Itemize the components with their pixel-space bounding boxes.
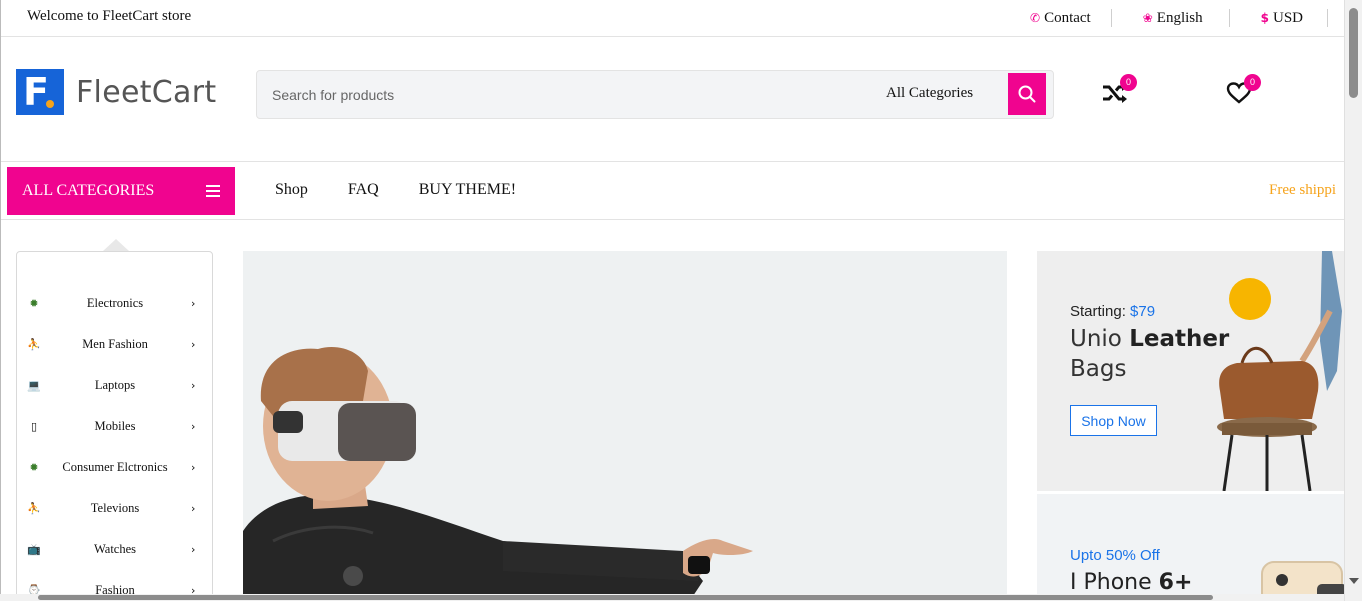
- sidebar-item-label: Televions: [90, 500, 140, 515]
- currency-selector[interactable]: $ USD: [1230, 9, 1327, 27]
- promo-banner-bags[interactable]: Starting: $79 Unio Leather Bags Shop Now: [1037, 251, 1344, 491]
- contact-label: Contact: [1044, 9, 1091, 26]
- wishlist-button[interactable]: 0: [1226, 74, 1261, 111]
- sidebar-item-mobiles[interactable]: ▯ Mobiles ›: [17, 414, 212, 438]
- chevron-right-icon: ›: [191, 542, 196, 556]
- menu-links: Shop FAQ BUY THEME!: [275, 181, 516, 199]
- window-edge: [0, 0, 1, 601]
- leather-bag-image: [1217, 251, 1342, 491]
- dropdown-caret: [103, 239, 129, 251]
- logo-letter: F: [23, 70, 49, 114]
- sidebar-item-televions[interactable]: ⛹ Televions ›: [17, 496, 212, 520]
- logo-text: FleetCart: [76, 74, 217, 110]
- category-select[interactable]: All Categories: [886, 85, 973, 102]
- banner-offer-text: Upto 50% Off: [1070, 547, 1160, 564]
- logo[interactable]: F FleetCart: [16, 69, 216, 115]
- language-selector[interactable]: ❀ English: [1112, 9, 1229, 27]
- scrollbar-thumb[interactable]: [38, 595, 1213, 600]
- banner-iphone-title-light: I Phone: [1070, 570, 1152, 595]
- sidebar-item-laptops[interactable]: 💻 Laptops ›: [17, 373, 212, 397]
- banner-starting-label: Starting:: [1070, 303, 1126, 320]
- currency-label: USD: [1272, 9, 1303, 26]
- tshirt-icon: ⛹: [27, 501, 41, 515]
- sidebar-item-electronics[interactable]: ✹ Electronics ›: [17, 291, 212, 315]
- banner-title-line2: Bags: [1070, 356, 1127, 382]
- contact-link[interactable]: ✆ Contact: [1030, 9, 1111, 27]
- compare-count-badge: 0: [1120, 74, 1137, 91]
- shop-now-button[interactable]: Shop Now: [1070, 405, 1157, 436]
- sidebar-item-label: Laptops: [94, 377, 136, 392]
- tshirt-icon: ⛹: [27, 337, 41, 351]
- promo-banner-iphone[interactable]: Upto 50% Off I Phone 6+: [1037, 494, 1344, 601]
- laptop-icon: 💻: [27, 378, 41, 392]
- header: F FleetCart All Categories 0 0: [0, 37, 1344, 162]
- logo-dot: [46, 100, 54, 108]
- menu-item-shop[interactable]: Shop: [275, 181, 308, 199]
- sidebar-item-men-fashion[interactable]: ⛹ Men Fashion ›: [17, 332, 212, 356]
- logo-mark-icon: F: [16, 69, 64, 115]
- search-input[interactable]: [272, 85, 832, 105]
- top-links: ✆ Contact ❀ English $ USD: [1030, 0, 1344, 36]
- promo-text: Free shippi: [1269, 182, 1337, 198]
- sidebar-item-watches[interactable]: 📺 Watches ›: [17, 537, 212, 561]
- hero-slider[interactable]: [243, 251, 1007, 601]
- chevron-right-icon: ›: [191, 296, 196, 310]
- all-categories-label: ALL CATEGORIES: [22, 182, 155, 199]
- horizontal-scrollbar[interactable]: [0, 594, 1344, 601]
- compare-button[interactable]: 0: [1101, 74, 1137, 111]
- language-icon: ❀: [1142, 11, 1153, 25]
- hamburger-icon: [206, 185, 220, 197]
- search-icon: [1018, 85, 1036, 103]
- search-bar: All Categories: [256, 70, 1054, 119]
- sidebar-item-label: Mobiles: [94, 418, 136, 433]
- wishlist-count-badge: 0: [1244, 74, 1261, 91]
- hero-vr-man-image: [243, 347, 753, 601]
- chip-icon: ✹: [29, 460, 39, 474]
- language-label: English: [1156, 9, 1203, 26]
- vertical-scrollbar[interactable]: [1344, 0, 1362, 601]
- chip-icon: ✹: [29, 296, 39, 310]
- chevron-right-icon: ›: [191, 378, 196, 392]
- sidebar-item-label: Consumer Elctronics: [62, 459, 168, 474]
- search-button[interactable]: [1008, 73, 1046, 115]
- scroll-down-arrow-icon[interactable]: [1349, 578, 1359, 584]
- sidebar-item-consumer-electronics[interactable]: ✹ Consumer Elctronics ›: [17, 455, 212, 479]
- menu-item-faq[interactable]: FAQ: [348, 181, 379, 199]
- sidebar-item-label: Electronics: [86, 295, 144, 310]
- all-categories-button[interactable]: ALL CATEGORIES: [7, 167, 235, 215]
- welcome-text: Welcome to FleetCart store: [27, 8, 192, 24]
- category-sidebar: ✹ Electronics › ⛹ Men Fashion › 💻 Laptop…: [16, 251, 213, 601]
- sidebar-item-label: Men Fashion: [82, 336, 148, 351]
- scrollbar-thumb[interactable]: [1349, 8, 1358, 98]
- chevron-right-icon: ›: [191, 460, 196, 474]
- banner-starting-text: Starting: $79: [1070, 303, 1155, 320]
- mobile-icon: ▯: [30, 419, 38, 433]
- banner-price: $79: [1130, 303, 1156, 320]
- banner-iphone-title: I Phone 6+: [1070, 570, 1192, 595]
- dollar-icon: $: [1260, 11, 1269, 25]
- chevron-right-icon: ›: [191, 501, 196, 515]
- phone-icon: ✆: [1030, 11, 1041, 25]
- tv-icon: 📺: [27, 542, 41, 556]
- chevron-right-icon: ›: [191, 337, 196, 351]
- top-bar: Welcome to FleetCart store ✆ Contact ❀ E…: [0, 0, 1344, 37]
- sidebar-item-label: Watches: [93, 541, 137, 556]
- menu-item-buy-theme[interactable]: BUY THEME!: [419, 181, 516, 199]
- chevron-right-icon: ›: [191, 419, 196, 433]
- banner-title-light: Unio: [1070, 326, 1122, 352]
- banner-iphone-title-bold: 6+: [1158, 570, 1193, 595]
- main-nav: ALL CATEGORIES Shop FAQ BUY THEME! Free …: [0, 162, 1344, 220]
- divider: [1327, 9, 1328, 27]
